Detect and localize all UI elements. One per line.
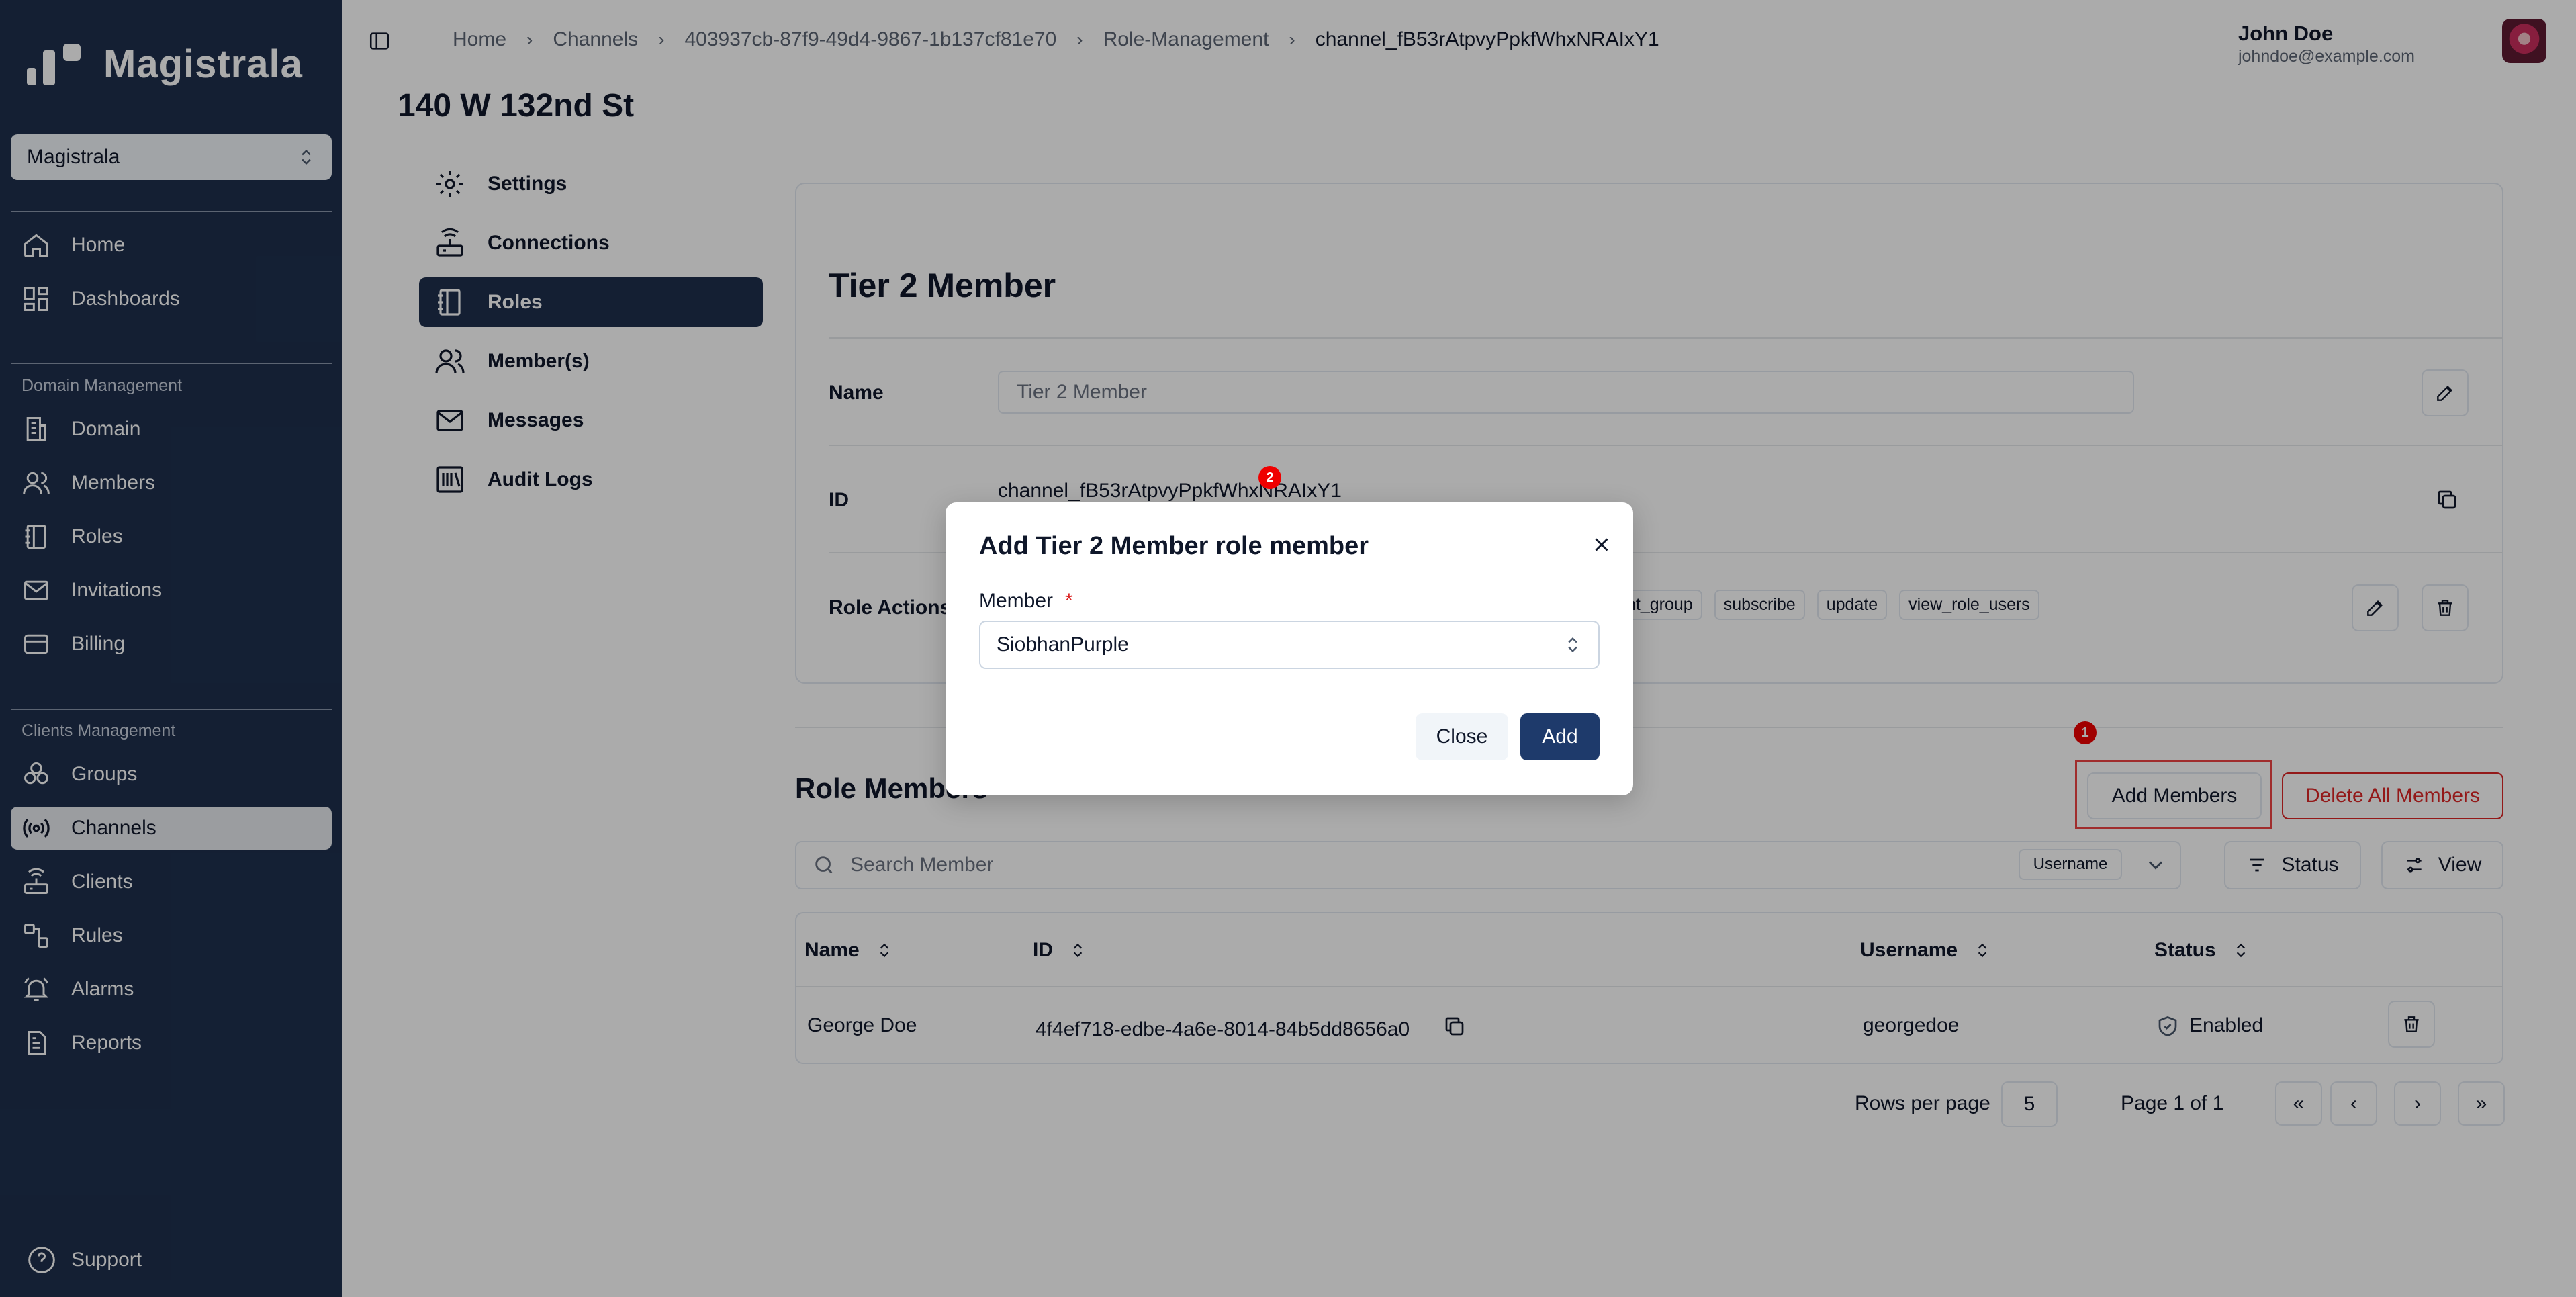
add-button[interactable]: Add [1520, 713, 1600, 760]
member-label-text: Member [979, 590, 1054, 612]
chevron-up-down-icon [1568, 637, 1577, 652]
member-select-value: SiobhanPurple [997, 633, 1129, 656]
close-icon[interactable] [1590, 533, 1613, 556]
add-member-dialog: Add Tier 2 Member role member Member * Si… [946, 502, 1633, 795]
member-select[interactable]: SiobhanPurple [979, 621, 1600, 669]
close-button[interactable]: Close [1416, 713, 1508, 760]
annotation-badge: 2 [1258, 466, 1281, 489]
required-mark: * [1065, 590, 1073, 612]
member-field-label: Member * [979, 590, 1073, 613]
dialog-title: Add Tier 2 Member role member [979, 532, 1369, 560]
close-button-label: Close [1436, 725, 1488, 748]
add-button-label: Add [1542, 725, 1578, 748]
